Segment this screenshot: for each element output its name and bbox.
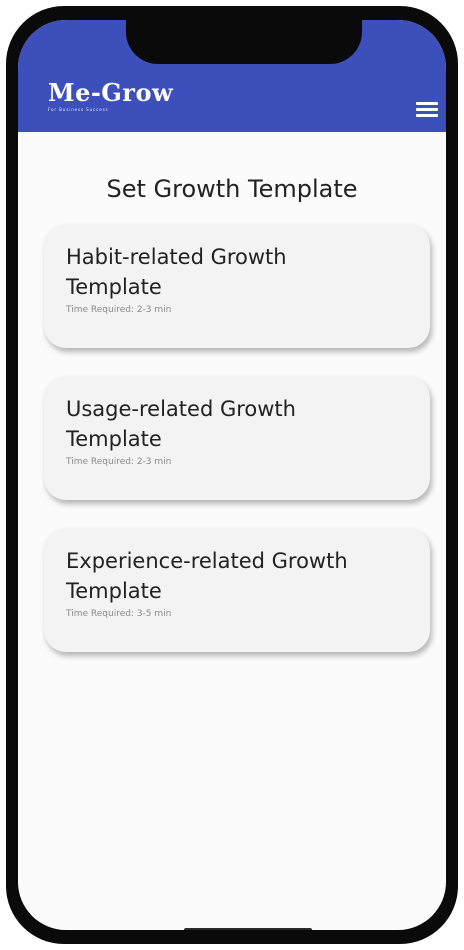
page-title: Set Growth Template: [106, 175, 358, 203]
menu-bar: [416, 102, 438, 105]
template-card-title-line: Habit-related Growth: [66, 245, 287, 269]
template-card-title: Usage-related Growth Template: [66, 394, 410, 454]
hamburger-menu-icon[interactable]: [416, 102, 438, 118]
template-card-title-line: Usage-related Growth: [66, 397, 296, 421]
app-header: Me-Grow For Business Success: [18, 20, 446, 132]
template-card-title-line: Template: [66, 427, 162, 451]
template-card-title-line: Template: [66, 275, 162, 299]
template-card-title-line: Experience-related Growth: [66, 549, 348, 573]
app-logo: Me-Grow For Business Success: [48, 80, 173, 113]
template-card-time: Time Required: 2-3 min: [66, 457, 172, 467]
template-card-usage[interactable]: Usage-related Growth Template Time Requi…: [44, 376, 430, 500]
phone-notch: [126, 20, 362, 64]
menu-bar: [416, 108, 438, 111]
template-card-title-line: Template: [66, 579, 162, 603]
home-indicator[interactable]: [184, 928, 312, 930]
menu-bar: [416, 114, 438, 117]
template-card-habit[interactable]: Habit-related Growth Template Time Requi…: [44, 224, 430, 348]
logo-tagline: For Business Success: [48, 107, 109, 112]
phone-frame: Me-Grow For Business Success Set Growth …: [6, 6, 458, 944]
template-card-title: Habit-related Growth Template: [66, 242, 410, 302]
template-card-time: Time Required: 2-3 min: [66, 305, 172, 315]
app-screen: Me-Grow For Business Success Set Growth …: [18, 20, 446, 930]
template-card-experience[interactable]: Experience-related Growth Template Time …: [44, 528, 430, 652]
template-card-time: Time Required: 3-5 min: [66, 609, 172, 619]
template-card-title: Experience-related Growth Template: [66, 546, 410, 606]
logo-text: Me-Grow: [48, 78, 174, 107]
